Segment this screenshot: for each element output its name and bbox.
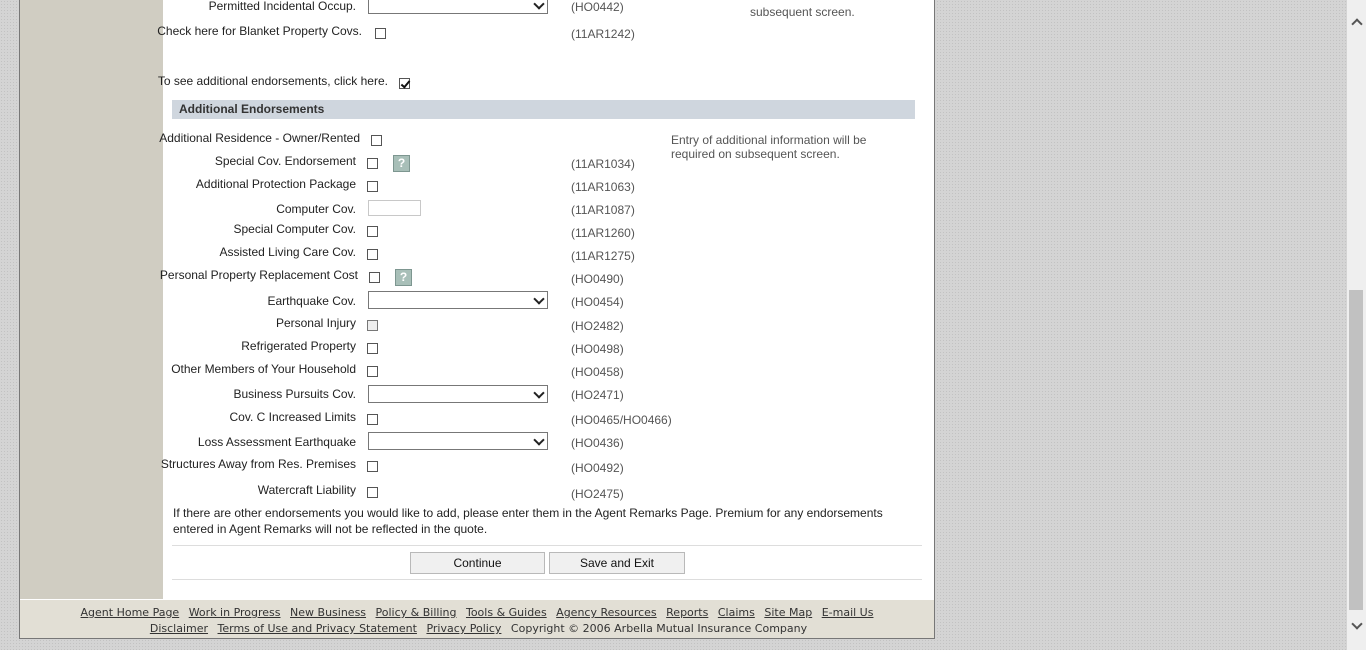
row-assisted-living-code: (11AR1275) — [571, 249, 635, 263]
row-special-cov-endorsement-checkbox[interactable] — [367, 158, 378, 169]
section-note: Entry of additional information will be … — [671, 133, 867, 161]
chevron-down-icon — [533, 387, 545, 399]
row-earthquake-cov-code: (HO0454) — [571, 295, 624, 309]
row-special-cov-endorsement-code: (11AR1034) — [571, 157, 635, 171]
footer-link-agency-resources[interactable]: Agency Resources — [556, 606, 656, 619]
row-personal-property-replacement-code: (HO0490) — [571, 272, 624, 286]
footer-link-claims[interactable]: Claims — [718, 606, 755, 619]
row-business-pursuits-select[interactable] — [368, 385, 548, 403]
chevron-down-icon[interactable] — [1351, 618, 1363, 630]
row-loss-assessment-select[interactable] — [368, 432, 548, 450]
row-earthquake-cov-label: Earthquake Cov. — [267, 294, 357, 308]
row-watercraft-liability-label: Watercraft Liability — [257, 483, 356, 497]
row-personal-injury-code: (HO2482) — [571, 319, 624, 333]
footer-link-tools-guides[interactable]: Tools & Guides — [466, 606, 547, 619]
row-special-computer-cov-code: (11AR1260) — [571, 226, 635, 240]
row-other-members-code: (HO0458) — [571, 365, 624, 379]
row-personal-property-replacement-label: Personal Property Replacement Cost — [159, 268, 358, 282]
see-more-endorsements-label: To see additional endorsements, click he… — [157, 74, 388, 88]
footer-link-reports[interactable]: Reports — [666, 606, 708, 619]
page-scrollbar[interactable] — [1347, 0, 1366, 650]
row-special-computer-cov-checkbox[interactable] — [367, 226, 378, 237]
footer-link-site-map[interactable]: Site Map — [764, 606, 812, 619]
footer-link-new-business[interactable]: New Business — [290, 606, 366, 619]
row-other-members-label: Other Members of Your Household — [171, 362, 356, 376]
blanket-property-label: Check here for Blanket Property Covs. — [157, 24, 362, 38]
row-cov-c-increased-label: Cov. C Increased Limits — [229, 410, 357, 424]
row-computer-cov-input[interactable] — [368, 200, 421, 216]
chevron-down-icon — [533, 293, 545, 305]
row-additional-residence-checkbox[interactable] — [371, 135, 382, 146]
row-special-computer-cov-label: Special Computer Cov. — [233, 222, 357, 236]
row-computer-cov-code: (11AR1087) — [571, 203, 635, 217]
permitted-incidental-occup-code: (HO0442) — [571, 0, 624, 14]
footer-copyright: Copyright © 2006 Arbella Mutual Insuranc… — [510, 622, 808, 635]
row-additional-protection-code: (11AR1063) — [571, 180, 635, 194]
divider — [172, 545, 922, 546]
permitted-incidental-occup-select[interactable] — [368, 0, 548, 14]
top-note-tail: subsequent screen. — [750, 5, 855, 19]
chevron-up-icon[interactable] — [1351, 18, 1363, 30]
row-personal-property-replacement-checkbox[interactable] — [369, 272, 380, 283]
help-icon[interactable]: ? — [395, 269, 412, 286]
row-additional-protection-label: Additional Protection Package — [195, 177, 356, 191]
footer-link-work-in-progress[interactable]: Work in Progress — [189, 606, 281, 619]
row-other-members-checkbox[interactable] — [367, 366, 378, 377]
footer-link-agent-home[interactable]: Agent Home Page — [81, 606, 180, 619]
row-structures-away-label: Structures Away from Res. Premises — [160, 457, 356, 471]
footer-link-disclaimer[interactable]: Disclaimer — [150, 622, 208, 635]
row-structures-away-checkbox[interactable] — [367, 461, 378, 472]
save-and-exit-button[interactable]: Save and Exit — [549, 552, 685, 574]
scrollbar-thumb[interactable] — [1349, 290, 1363, 610]
row-assisted-living-checkbox[interactable] — [367, 249, 378, 260]
row-refrigerated-property-checkbox[interactable] — [367, 343, 378, 354]
row-computer-cov-label: Computer Cov. — [276, 202, 356, 216]
row-cov-c-increased-code: (HO0465/HO0466) — [571, 413, 672, 427]
row-refrigerated-property-code: (HO0498) — [571, 342, 624, 356]
footer-link-privacy[interactable]: Privacy Policy — [426, 622, 501, 635]
row-cov-c-increased-checkbox[interactable] — [367, 414, 378, 425]
row-assisted-living-label: Assisted Living Care Cov. — [219, 245, 357, 259]
row-watercraft-liability-checkbox[interactable] — [367, 487, 378, 498]
agent-remarks-note: If there are other endorsements you woul… — [173, 506, 883, 536]
footer-link-email-us[interactable]: E-mail Us — [822, 606, 874, 619]
row-loss-assessment-code: (HO0436) — [571, 436, 624, 450]
row-additional-residence-label: Additional Residence - Owner/Rented — [159, 131, 360, 145]
blanket-property-code: (11AR1242) — [571, 27, 635, 41]
row-watercraft-liability-code: (HO2475) — [571, 487, 624, 501]
section-header-additional-endorsements: Additional Endorsements — [172, 100, 915, 119]
footer-link-policy-billing[interactable]: Policy & Billing — [376, 606, 457, 619]
see-more-endorsements-checkbox[interactable] — [399, 78, 410, 89]
continue-button[interactable]: Continue — [410, 552, 545, 574]
row-business-pursuits-code: (HO2471) — [571, 388, 624, 402]
row-structures-away-code: (HO0492) — [571, 461, 624, 475]
blanket-property-checkbox[interactable] — [375, 28, 386, 39]
row-special-cov-endorsement-label: Special Cov. Endorsement — [214, 154, 356, 168]
footer-links-secondary: Disclaimer Terms of Use and Privacy Stat… — [20, 622, 934, 635]
row-loss-assessment-label: Loss Assessment Earthquake — [197, 435, 356, 449]
help-icon[interactable]: ? — [393, 155, 410, 172]
divider — [172, 579, 922, 580]
row-business-pursuits-label: Business Pursuits Cov. — [233, 387, 357, 401]
form-frame: Permitted Incidental Occup. (HO0442) sub… — [19, 0, 935, 639]
left-gutter — [20, 0, 163, 599]
row-additional-protection-checkbox[interactable] — [367, 181, 378, 192]
footer-links-primary: Agent Home Page Work in Progress New Bus… — [20, 606, 934, 619]
row-refrigerated-property-label: Refrigerated Property — [241, 339, 356, 353]
permitted-incidental-occup-label: Permitted Incidental Occup. — [208, 0, 356, 13]
footer: Agent Home Page Work in Progress New Bus… — [20, 600, 934, 638]
row-earthquake-cov-select[interactable] — [368, 291, 548, 309]
row-personal-injury-checkbox[interactable] — [367, 320, 378, 331]
row-personal-injury-label: Personal Injury — [275, 316, 356, 330]
footer-link-terms[interactable]: Terms of Use and Privacy Statement — [218, 622, 417, 635]
chevron-down-icon — [533, 0, 545, 10]
chevron-down-icon — [533, 434, 545, 446]
